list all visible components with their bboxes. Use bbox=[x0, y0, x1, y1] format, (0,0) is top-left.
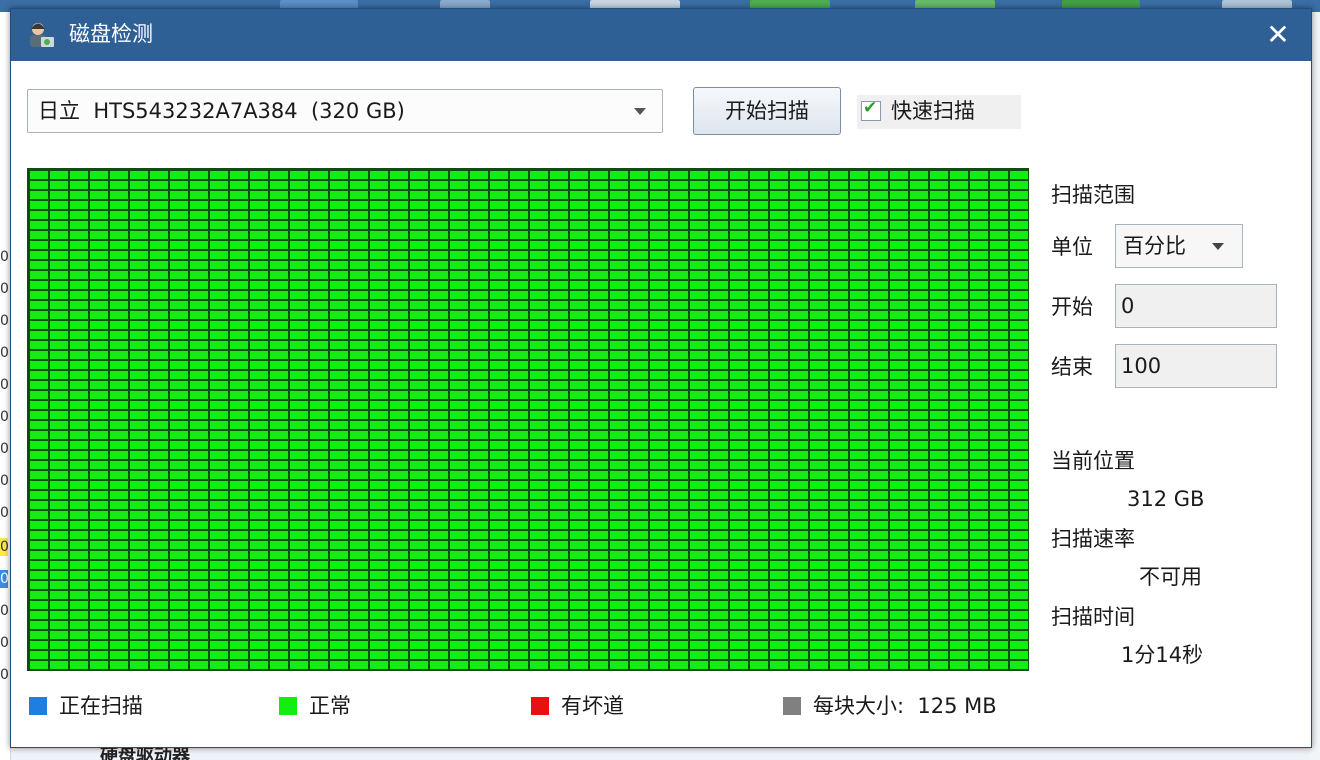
quick-scan-label: 快速扫描 bbox=[891, 99, 975, 123]
scan-time-label: 扫描时间 bbox=[1051, 605, 1135, 629]
start-scan-button[interactable]: 开始扫描 bbox=[693, 87, 841, 135]
checkmark-icon: ✔ bbox=[863, 98, 878, 118]
end-field[interactable]: 100 bbox=[1115, 344, 1277, 388]
legend-label-block-size: 每块大小: 125 MB bbox=[813, 694, 997, 718]
legend-swatch-block-size bbox=[783, 697, 801, 715]
scan-rate-label: 扫描速率 bbox=[1051, 527, 1135, 551]
scan-block-grid bbox=[27, 168, 1029, 671]
legend-swatch-normal bbox=[279, 697, 297, 715]
title-bar[interactable]: 磁盘检测 ✕ bbox=[11, 9, 1311, 61]
quick-scan-option[interactable]: ✔ 快速扫描 bbox=[857, 95, 1021, 129]
quick-scan-checkbox[interactable]: ✔ bbox=[861, 98, 881, 121]
legend-label-scanning: 正在扫描 bbox=[59, 694, 143, 718]
start-field-value: 0 bbox=[1121, 294, 1135, 318]
close-icon[interactable]: ✕ bbox=[1257, 15, 1299, 55]
disk-check-dialog: 磁盘检测 ✕ 日立 HTS543232A7A384 (320 GB) 开始扫描 … bbox=[10, 8, 1312, 748]
current-position-label: 当前位置 bbox=[1051, 449, 1135, 473]
scan-time-value: 1分14秒 bbox=[1121, 643, 1204, 667]
start-label: 开始 bbox=[1051, 295, 1093, 319]
end-field-value: 100 bbox=[1121, 354, 1162, 378]
start-field[interactable]: 0 bbox=[1115, 284, 1277, 328]
disk-doctor-icon bbox=[30, 23, 54, 47]
unit-label: 单位 bbox=[1051, 235, 1093, 259]
legend-label-normal: 正常 bbox=[309, 694, 351, 718]
dialog-body: 日立 HTS543232A7A384 (320 GB) 开始扫描 ✔ 快速扫描 … bbox=[11, 61, 1311, 747]
chevron-down-icon bbox=[634, 108, 646, 115]
unit-select[interactable]: 百分比 bbox=[1115, 224, 1243, 268]
scan-range-title: 扫描范围 bbox=[1051, 183, 1135, 207]
drive-select[interactable]: 日立 HTS543232A7A384 (320 GB) bbox=[27, 89, 663, 133]
legend-label-bad-sector: 有坏道 bbox=[561, 694, 624, 718]
chevron-down-icon bbox=[1212, 243, 1224, 250]
window-title: 磁盘检测 bbox=[69, 22, 153, 46]
legend-swatch-bad-sector bbox=[531, 697, 549, 715]
scan-rate-value: 不可用 bbox=[1139, 565, 1202, 589]
unit-select-value: 百分比 bbox=[1123, 234, 1186, 258]
end-label: 结束 bbox=[1051, 355, 1093, 379]
drive-select-value: 日立 HTS543232A7A384 (320 GB) bbox=[38, 99, 405, 123]
legend-swatch-scanning bbox=[29, 697, 47, 715]
current-position-value: 312 GB bbox=[1127, 487, 1205, 511]
